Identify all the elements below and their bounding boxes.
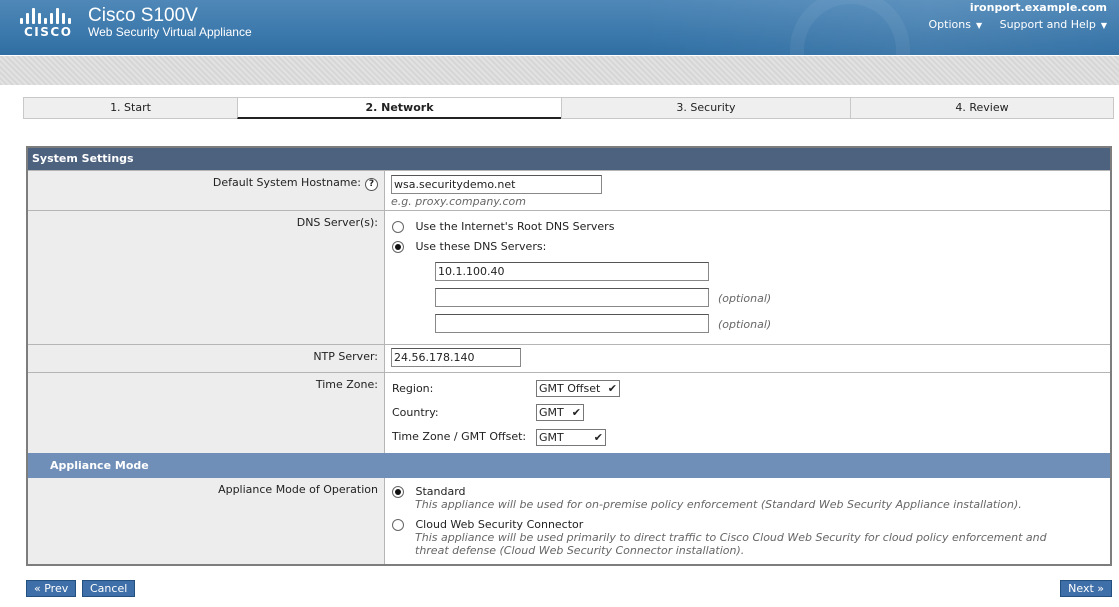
step-network[interactable]: 2. Network — [237, 97, 561, 119]
country-label: Country: — [392, 406, 439, 419]
offset-value: GMT — [539, 431, 564, 444]
header-menu: Options ▼ Support and Help ▼ — [914, 18, 1107, 31]
wizard-steps: 1. Start 2. Network 3. Security 4. Revie… — [23, 97, 1114, 119]
options-label: Options — [928, 18, 971, 31]
timezone-row: Time Zone: Region: GMT Offset ✔ Country: … — [28, 372, 1110, 453]
offset-select[interactable]: GMT ✔ — [536, 429, 606, 446]
mode-cloud-option[interactable]: Cloud Web Security Connector — [392, 518, 583, 531]
dns-server-3-optional: (optional) — [718, 318, 772, 331]
mode-standard-radio[interactable] — [392, 486, 404, 498]
chevron-down-icon: ✔ — [571, 406, 581, 419]
country-value: GMT — [539, 406, 564, 419]
support-label: Support and Help — [999, 18, 1096, 31]
dns-server-3-input[interactable] — [435, 314, 709, 333]
mode-standard-option[interactable]: Standard — [392, 485, 466, 498]
step-review[interactable]: 4. Review — [850, 97, 1114, 119]
dns-server-2-input[interactable] — [435, 288, 709, 307]
mode-cloud-title: Cloud Web Security Connector — [415, 518, 584, 531]
chevron-down-icon: ▼ — [1100, 21, 1107, 30]
dns-option-root[interactable]: Use the Internet's Root DNS Servers — [392, 220, 614, 233]
region-select[interactable]: GMT Offset ✔ — [536, 380, 620, 397]
timezone-label-cell: Time Zone: — [28, 373, 385, 453]
header-decoration-ring — [790, 0, 910, 55]
step-security[interactable]: 3. Security — [561, 97, 850, 119]
app-header: CISCO Cisco S100V Web Security Virtual A… — [0, 0, 1119, 55]
step-start[interactable]: 1. Start — [23, 97, 237, 119]
hostname-label: Default System Hostname: — [212, 176, 361, 189]
dns-root-label: Use the Internet's Root DNS Servers — [415, 220, 615, 233]
ntp-label: NTP Server: — [313, 350, 378, 363]
appliance-mode-header: Appliance Mode — [28, 453, 1110, 478]
help-icon[interactable]: ? — [365, 178, 378, 191]
appliance-mode-label: Appliance Mode of Operation — [218, 483, 378, 496]
product-name: Cisco S100V — [88, 5, 198, 26]
ntp-server-input[interactable] — [391, 348, 521, 367]
offset-label: Time Zone / GMT Offset: — [392, 430, 527, 443]
system-settings-header: System Settings — [28, 148, 1110, 170]
dns-custom-label: Use these DNS Servers: — [415, 240, 547, 253]
timezone-value-cell: Region: GMT Offset ✔ Country: GMT ✔ Time Z… — [385, 373, 1110, 453]
appliance-mode-row: Appliance Mode of Operation Standard Thi… — [28, 478, 1110, 564]
cancel-button[interactable]: Cancel — [82, 580, 136, 597]
region-label: Region: — [392, 382, 434, 395]
dns-custom-radio[interactable] — [392, 241, 404, 253]
mode-cloud-radio[interactable] — [392, 519, 404, 531]
dns-value-cell: Use the Internet's Root DNS Servers Use … — [385, 211, 1110, 344]
region-value: GMT Offset — [539, 382, 601, 395]
dns-server-2-optional: (optional) — [718, 292, 772, 305]
chevron-down-icon: ▼ — [975, 21, 983, 30]
hostname-label-cell: Default System Hostname:? — [28, 171, 385, 210]
ntp-value-cell — [385, 345, 1110, 372]
chevron-down-icon: ✔ — [593, 431, 603, 444]
settings-panel: System Settings Default System Hostname:… — [26, 146, 1112, 566]
hostname-row: Default System Hostname:? e.g. proxy.com… — [28, 170, 1110, 210]
dns-option-custom[interactable]: Use these DNS Servers: — [392, 240, 546, 253]
next-button[interactable]: Next » — [1060, 580, 1112, 597]
chevron-down-icon: ✔ — [607, 382, 617, 395]
country-select[interactable]: GMT ✔ — [536, 404, 584, 421]
cisco-logo: CISCO — [24, 25, 73, 39]
dns-server-1-input[interactable] — [435, 262, 709, 281]
hostname-value-cell: e.g. proxy.company.com — [385, 171, 1110, 210]
support-help-menu[interactable]: Support and Help ▼ — [1000, 18, 1107, 31]
header-stripe — [0, 56, 1119, 85]
cisco-logo-bars-icon — [20, 8, 80, 24]
dns-root-radio[interactable] — [392, 221, 404, 233]
mode-cloud-desc: This appliance will be used primarily to… — [415, 531, 1047, 557]
ntp-row: NTP Server: — [28, 344, 1110, 372]
prev-button[interactable]: « Prev — [26, 580, 77, 597]
timezone-label: Time Zone: — [315, 378, 378, 391]
ntp-label-cell: NTP Server: — [28, 345, 385, 372]
appliance-hostname: ironport.example.com — [969, 1, 1107, 14]
options-menu[interactable]: Options ▼ — [928, 18, 982, 31]
hostname-input[interactable] — [391, 175, 602, 194]
product-subtitle: Web Security Virtual Appliance — [88, 25, 252, 39]
mode-standard-desc: This appliance will be used for on-premi… — [415, 498, 1022, 511]
appliance-mode-value-cell: Standard This appliance will be used for… — [385, 478, 1110, 564]
mode-standard-title: Standard — [415, 485, 466, 498]
hostname-hint: e.g. proxy.company.com — [391, 195, 526, 208]
dns-label-cell: DNS Server(s): — [28, 211, 385, 344]
appliance-mode-label-cell: Appliance Mode of Operation — [28, 478, 385, 564]
dns-row: DNS Server(s): Use the Internet's Root D… — [28, 210, 1110, 344]
dns-label: DNS Server(s): — [296, 216, 378, 229]
